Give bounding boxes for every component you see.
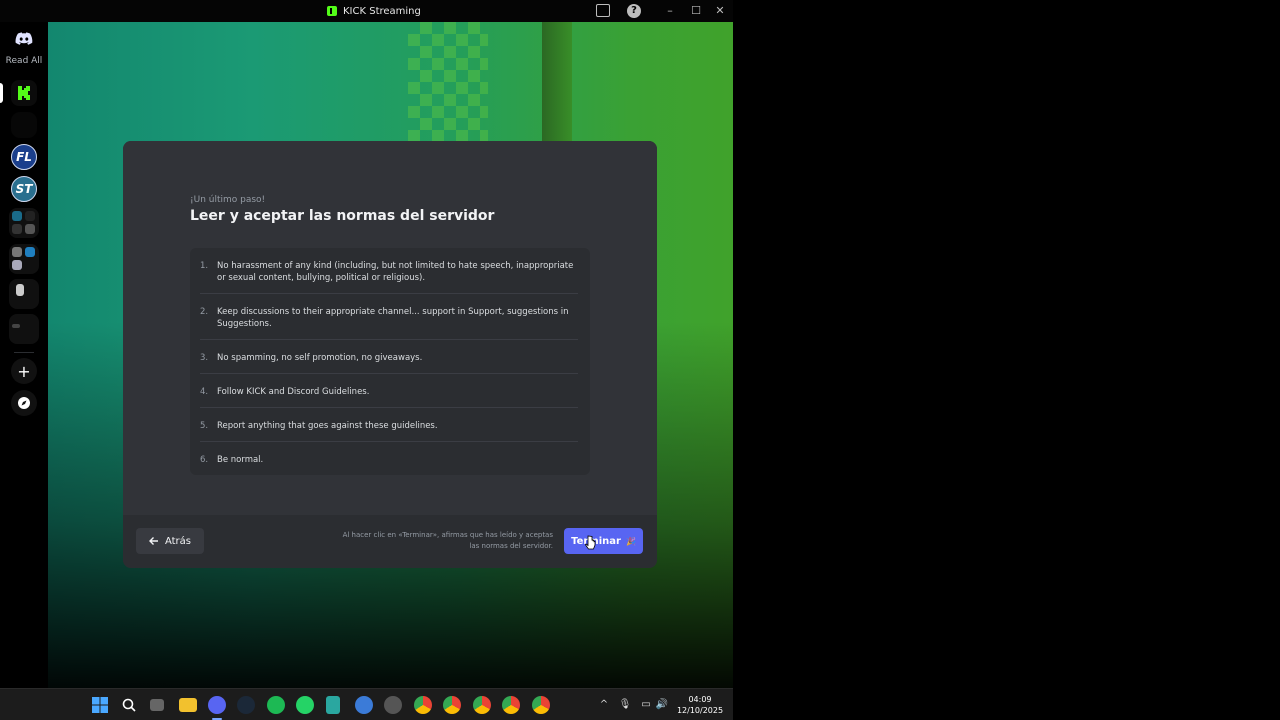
modal-eyebrow: ¡Un último paso! (190, 195, 266, 205)
server-blank[interactable] (11, 112, 37, 138)
maximize-button[interactable]: ☐ (688, 3, 704, 19)
rules-modal: ¡Un último paso! Leer y aceptar las norm… (123, 141, 657, 568)
taskbar: ^ 🎙 ▭ 🔊 04:09 12/10/2025 (0, 688, 733, 720)
title-bar: KICK Streaming ? – ☐ ✕ (0, 0, 733, 22)
rule-text: No harassment of any kind (including, bu… (217, 261, 574, 283)
system-clock[interactable]: 04:09 12/10/2025 (670, 694, 730, 716)
arrow-left-icon (148, 537, 158, 545)
rule-number: 6. (200, 455, 209, 465)
server-st[interactable]: ST (11, 176, 37, 202)
rule-text: Report anything that goes against these … (217, 421, 438, 431)
modal-body: ¡Un último paso! Leer y aceptar las norm… (123, 141, 657, 515)
folder-server-icon (25, 224, 35, 234)
party-popper-icon: 🎉 (625, 536, 636, 546)
server-fl[interactable]: FL (11, 144, 37, 170)
notepad-icon[interactable] (326, 696, 340, 714)
rule-number: 2. (200, 307, 209, 317)
rule-text: No spamming, no self promotion, no givea… (217, 353, 423, 363)
active-server-indicator (0, 83, 3, 103)
folder-server-icon (12, 224, 22, 234)
server-folder[interactable] (9, 208, 39, 238)
windows-logo-icon (92, 697, 108, 713)
rule-number: 1. (200, 261, 209, 271)
search-icon[interactable] (120, 696, 138, 714)
server-rail: Read All FL ST + (0, 22, 48, 688)
window-title-text: KICK Streaming (343, 5, 421, 17)
modal-footer: Atrás Al hacer clic en «Terminar», afirm… (123, 515, 657, 568)
kick-logo-icon (327, 6, 337, 16)
back-button-label: Atrás (164, 535, 192, 547)
discord-window: KICK Streaming ? – ☐ ✕ Read All FL ST + … (0, 0, 733, 688)
inbox-icon[interactable] (596, 4, 610, 17)
server-folder[interactable] (9, 279, 39, 309)
app-icon[interactable] (355, 696, 373, 714)
spotify-icon[interactable] (267, 696, 285, 714)
folder-server-icon (16, 284, 24, 296)
rule-number: 4. (200, 387, 209, 397)
clock-time: 04:09 (688, 695, 712, 704)
rail-divider (14, 352, 34, 353)
background-pattern (408, 22, 488, 142)
folder-server-icon (12, 324, 20, 328)
file-explorer-icon[interactable] (179, 698, 197, 712)
background-stripe (542, 22, 572, 152)
windows-start-icon[interactable] (91, 696, 109, 714)
rule-text: Keep discussions to their appropriate ch… (217, 307, 569, 329)
rule-number: 5. (200, 421, 209, 431)
discord-home-icon[interactable] (11, 26, 37, 52)
finish-button[interactable]: Terminar 🎉 (564, 528, 643, 554)
folder-server-icon (25, 211, 35, 221)
compass-icon (18, 397, 30, 409)
read-all-label[interactable]: Read All (0, 56, 48, 66)
explore-icon[interactable] (11, 390, 37, 416)
chrome-icon[interactable] (532, 696, 550, 714)
app-icon[interactable] (384, 696, 402, 714)
folder-server-icon (12, 260, 22, 270)
discord-logo-icon (15, 32, 33, 45)
volume-icon[interactable]: 🔊 (655, 698, 669, 712)
rule-divider (200, 441, 578, 442)
kick-logo-icon (18, 86, 30, 100)
whatsapp-icon[interactable] (296, 696, 314, 714)
close-button[interactable]: ✕ (712, 3, 728, 19)
microphone-icon[interactable]: 🎙 (618, 698, 632, 712)
back-button[interactable]: Atrás (136, 528, 204, 554)
screen: KICK Streaming ? – ☐ ✕ Read All FL ST + … (0, 0, 1280, 720)
server-folder[interactable] (9, 244, 39, 274)
server-kick[interactable] (11, 80, 37, 106)
help-icon[interactable]: ? (627, 4, 641, 18)
network-icon[interactable]: ▭ (639, 698, 653, 712)
modal-title: Leer y aceptar las normas del servidor (190, 208, 495, 224)
folder-server-icon (12, 247, 22, 257)
rule-number: 3. (200, 353, 209, 363)
server-folder[interactable] (9, 314, 39, 344)
mouse-cursor-icon (585, 535, 596, 550)
chrome-icon[interactable] (414, 696, 432, 714)
task-view-icon[interactable] (150, 699, 164, 711)
rule-divider (200, 293, 578, 294)
minimize-button[interactable]: – (662, 3, 678, 19)
window-title: KICK Streaming (327, 3, 421, 19)
acceptance-notice: Al hacer clic en «Terminar», afirmas que… (342, 531, 553, 550)
magnifier-icon (122, 698, 136, 712)
chrome-icon[interactable] (473, 696, 491, 714)
chrome-icon[interactable] (443, 696, 461, 714)
empty-screen-area (733, 0, 1280, 720)
rule-text: Follow KICK and Discord Guidelines. (217, 387, 370, 397)
rule-text: Be normal. (217, 455, 264, 465)
rule-divider (200, 339, 578, 340)
chrome-icon[interactable] (502, 696, 520, 714)
rules-list: 1. No harassment of any kind (including,… (190, 248, 590, 475)
steam-icon[interactable] (237, 696, 255, 714)
folder-server-icon (25, 247, 35, 257)
rule-divider (200, 407, 578, 408)
rule-divider (200, 373, 578, 374)
add-server-icon[interactable]: + (11, 358, 37, 384)
folder-server-icon (12, 211, 22, 221)
chevron-up-icon[interactable]: ^ (597, 698, 611, 712)
discord-taskbar-icon[interactable] (208, 696, 226, 714)
clock-date: 12/10/2025 (676, 706, 724, 715)
